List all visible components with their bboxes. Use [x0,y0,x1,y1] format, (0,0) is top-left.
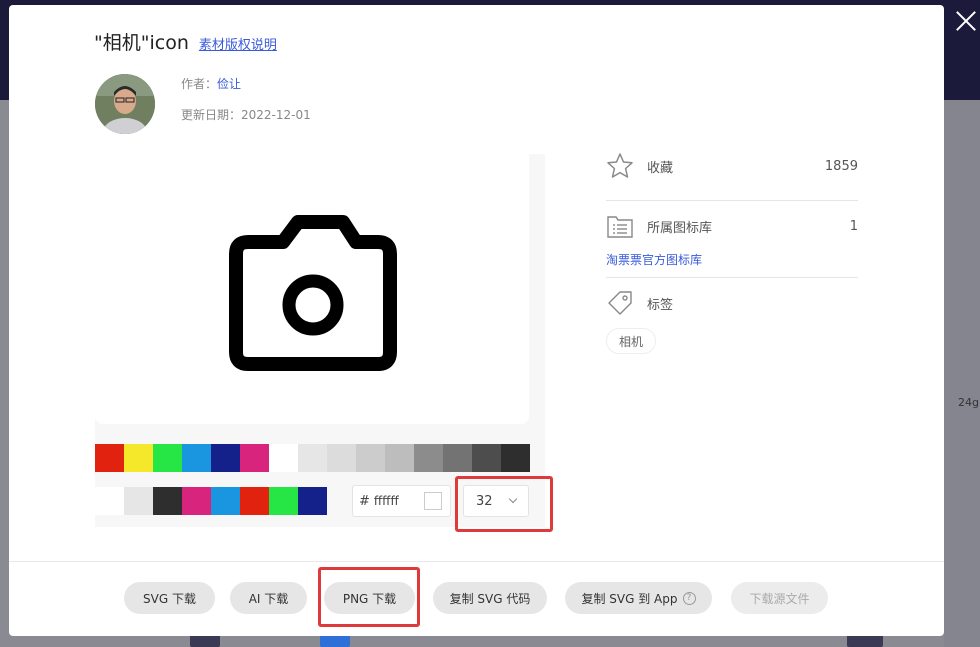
color-swatch[interactable] [356,444,385,472]
color-swatch[interactable] [153,444,182,472]
copyright-link[interactable]: 素材版权说明 [199,34,277,53]
color-swatch[interactable] [95,444,124,472]
tag-chip[interactable]: 相机 [606,328,657,354]
divider [606,277,858,278]
title-row: "相机"icon 素材版权说明 [94,28,277,55]
favorites-row[interactable]: 收藏 1859 [606,151,858,181]
tags-label: 标签 [647,297,674,313]
tag-icon [608,291,632,315]
color-swatch[interactable] [298,487,327,515]
favorites-count: 1859 [824,158,858,174]
tags-row: 标签 [606,288,858,318]
size-value: 32 [476,493,493,509]
icon-detail-modal: "相机"icon 素材版权说明 作者：俭让 更新日期：2022-12-01 # … [9,5,944,636]
hash-symbol: # [359,493,370,509]
library-link[interactable]: 淘票票官方图标库 [606,251,702,268]
color-swatch[interactable] [153,487,182,515]
updated-date: 2022-12-01 [241,108,311,122]
color-swatch[interactable] [472,444,501,472]
color-swatch[interactable] [95,487,124,515]
preview-panel: # ffffff 32 [95,154,545,527]
color-swatch[interactable] [501,444,530,472]
updated-line: 更新日期：2022-12-01 [181,106,311,123]
background-side [944,100,980,647]
ai-download-button[interactable]: AI 下载 [230,582,307,614]
color-swatches-row-1 [95,444,530,472]
copy-svg-code-button[interactable]: 复制 SVG 代码 [433,582,547,614]
author-avatar[interactable] [95,74,155,134]
library-count: 1 [849,218,858,234]
camera-icon [229,215,397,371]
color-swatch[interactable] [414,444,443,472]
color-swatches-row-2 [95,487,327,515]
chevron-down-icon [508,494,518,504]
size-select[interactable]: 32 [463,485,529,517]
footer-divider [9,561,944,562]
library-row: 所属图标库 1 [606,211,858,241]
color-swatch[interactable] [211,444,240,472]
color-swatch[interactable] [211,487,240,515]
color-swatch[interactable] [269,444,298,472]
divider [606,200,858,201]
color-swatch[interactable] [240,487,269,515]
color-preview-box[interactable] [424,492,442,510]
color-swatch[interactable] [124,444,153,472]
color-swatch[interactable] [240,444,269,472]
library-icon [607,216,633,238]
copy-svg-to-app-button[interactable]: 复制 SVG 到 App ? [565,582,712,614]
help-icon[interactable]: ? [682,591,696,605]
updated-label: 更新日期： [181,108,242,122]
copy-svg-to-app-label: 复制 SVG 到 App [581,591,678,606]
color-hex-input[interactable]: # ffffff [352,485,451,517]
favorites-label: 收藏 [647,160,674,176]
author-name-link[interactable]: 俭让 [217,77,241,91]
color-swatch[interactable] [443,444,472,472]
png-download-button[interactable]: PNG 下载 [324,582,415,614]
author-line: 作者：俭让 [181,75,241,92]
color-swatch[interactable] [182,487,211,515]
svg-download-button[interactable]: SVG 下载 [124,582,215,614]
color-swatch[interactable] [124,487,153,515]
star-icon [607,153,633,178]
color-swatch[interactable] [269,487,298,515]
color-swatch[interactable] [327,444,356,472]
color-swatch[interactable] [298,444,327,472]
background-side-text: 24g [958,396,979,409]
close-modal-icon[interactable] [953,8,979,34]
color-swatch[interactable] [385,444,414,472]
library-label: 所属图标库 [647,220,713,236]
hex-value: ffffff [373,494,399,508]
icon-preview [95,154,529,424]
icon-title: "相机"icon [94,32,189,54]
color-swatch[interactable] [182,444,211,472]
author-label: 作者： [181,77,218,91]
download-source-button: 下载源文件 [731,582,828,614]
